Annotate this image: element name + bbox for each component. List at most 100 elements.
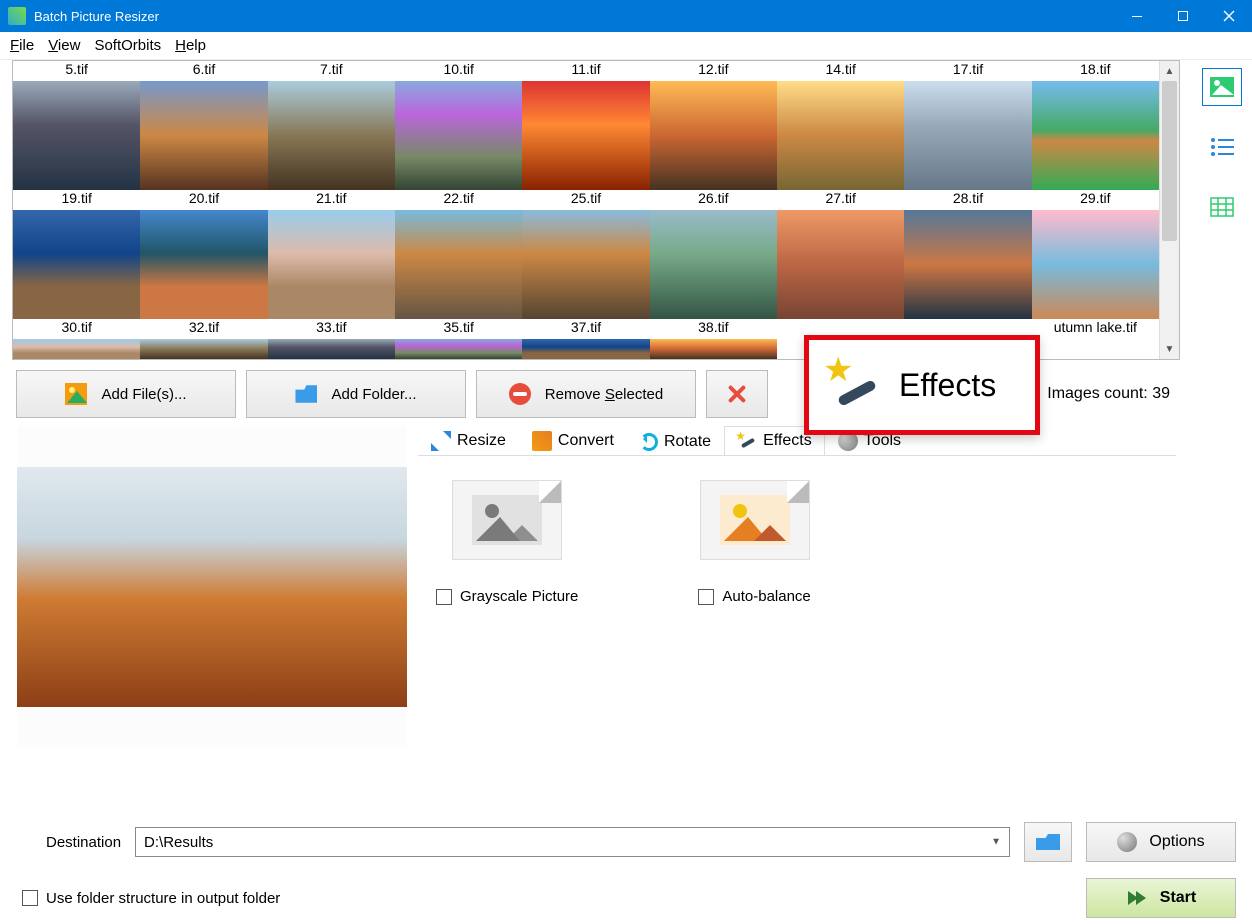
x-icon — [726, 383, 748, 405]
thumb-label: 27.tif — [823, 190, 857, 210]
folder-icon — [295, 383, 317, 405]
thumbnail[interactable] — [522, 339, 649, 359]
thumbnail[interactable] — [904, 81, 1031, 190]
menu-help[interactable]: Help — [175, 37, 206, 54]
thumbnail[interactable] — [777, 81, 904, 190]
use-folder-structure-checkbox[interactable]: Use folder structure in output folder — [16, 890, 280, 907]
thumbnail[interactable] — [777, 210, 904, 319]
scroll-thumb[interactable] — [1162, 81, 1177, 241]
thumbnail[interactable] — [522, 210, 649, 319]
thumb-label: 28.tif — [951, 190, 985, 210]
destination-combobox[interactable]: D:\Results ▼ — [135, 827, 1010, 857]
add-files-label: Add File(s)... — [101, 386, 186, 403]
thumb-label: 29.tif — [1078, 190, 1112, 210]
gallery-scrollbar[interactable]: ▲ ▼ — [1159, 61, 1179, 359]
chevron-down-icon: ▼ — [991, 837, 1001, 848]
thumb-label: 5.tif — [63, 61, 90, 81]
thumbnail[interactable] — [904, 210, 1031, 319]
menu-file[interactable]: File — [10, 37, 34, 54]
thumb-label: utumn lake.tif — [1052, 319, 1139, 339]
menu-softorbits[interactable]: SoftOrbits — [94, 37, 161, 54]
thumbnail[interactable] — [268, 81, 395, 190]
thumbnail[interactable] — [522, 81, 649, 190]
thumbnail-gallery[interactable]: 5.tif 6.tif 7.tif 10.tif 11.tif 12.tif 1… — [12, 60, 1180, 360]
images-count-label: Images count: 39 — [1047, 385, 1176, 403]
view-list-button[interactable] — [1202, 128, 1242, 166]
effects-callout: Effects — [804, 335, 1040, 435]
tab-convert[interactable]: Convert — [519, 426, 627, 455]
thumbnail[interactable] — [395, 210, 522, 319]
thumbnail[interactable] — [650, 81, 777, 190]
grayscale-checkbox[interactable]: Grayscale Picture — [436, 588, 578, 605]
grayscale-preview-icon — [452, 480, 562, 560]
thumbnail[interactable] — [13, 339, 140, 359]
view-mode-rail — [1192, 60, 1252, 748]
thumb-label: 22.tif — [441, 190, 475, 210]
browse-destination-button[interactable] — [1024, 822, 1072, 862]
effects-callout-label: Effects — [899, 367, 996, 404]
thumb-label: 33.tif — [314, 319, 348, 339]
thumb-label: 19.tif — [59, 190, 93, 210]
thumb-label: 14.tif — [823, 61, 857, 81]
bottom-panel: Destination D:\Results ▼ Options Use fol… — [0, 812, 1252, 924]
autobalance-preview-icon — [700, 480, 810, 560]
thumbnail[interactable] — [13, 210, 140, 319]
tab-strip: Resize Convert Rotate Effects Tools — [418, 424, 1176, 456]
start-button[interactable]: Start — [1086, 878, 1236, 918]
close-button[interactable] — [1206, 0, 1252, 32]
preview-image — [17, 467, 407, 707]
wand-icon — [827, 358, 881, 412]
thumbnail[interactable] — [268, 210, 395, 319]
thumbnail[interactable] — [268, 339, 395, 359]
tab-rotate[interactable]: Rotate — [627, 428, 724, 455]
menu-bar: File View SoftOrbits Help — [0, 32, 1252, 60]
thumbnail[interactable] — [395, 339, 522, 359]
add-files-button[interactable]: Add File(s)... — [16, 370, 236, 418]
thumb-label: 26.tif — [696, 190, 730, 210]
thumb-label: 11.tif — [569, 61, 602, 81]
destination-value: D:\Results — [144, 834, 213, 851]
scroll-up-icon[interactable]: ▲ — [1160, 61, 1179, 81]
menu-view[interactable]: View — [48, 37, 80, 54]
resize-icon — [431, 431, 451, 451]
window-title: Batch Picture Resizer — [34, 9, 159, 24]
thumb-label: 10.tif — [441, 61, 475, 81]
thumbnail[interactable] — [650, 210, 777, 319]
thumbnail[interactable] — [140, 81, 267, 190]
checkbox-icon — [698, 589, 714, 605]
view-thumbnails-button[interactable] — [1202, 68, 1242, 106]
checkbox-icon — [22, 890, 38, 906]
wand-icon — [737, 431, 757, 451]
clear-all-button[interactable] — [706, 370, 768, 418]
thumbnail[interactable] — [140, 339, 267, 359]
thumbnail[interactable] — [1032, 210, 1159, 319]
add-folder-button[interactable]: Add Folder... — [246, 370, 466, 418]
app-icon — [8, 7, 26, 25]
view-grid-button[interactable] — [1202, 188, 1242, 226]
checkbox-icon — [436, 589, 452, 605]
scroll-down-icon[interactable]: ▼ — [1160, 339, 1179, 359]
thumbnail[interactable] — [650, 339, 777, 359]
options-button[interactable]: Options — [1086, 822, 1236, 862]
rotate-icon — [640, 433, 658, 451]
thumbnail[interactable] — [1032, 81, 1159, 190]
window-titlebar: Batch Picture Resizer — [0, 0, 1252, 32]
thumbnail[interactable] — [395, 81, 522, 190]
thumb-label: 25.tif — [569, 190, 603, 210]
thumb-label: 30.tif — [59, 319, 93, 339]
thumbnail[interactable] — [13, 81, 140, 190]
destination-label: Destination — [16, 834, 121, 851]
remove-selected-button[interactable]: Remove Selected — [476, 370, 696, 418]
autobalance-checkbox[interactable]: Auto-balance — [698, 588, 810, 605]
tab-resize[interactable]: Resize — [418, 426, 519, 455]
effects-panel: Grayscale Picture Auto-balance — [418, 456, 1176, 748]
thumb-label: 21.tif — [314, 190, 348, 210]
folder-icon — [1036, 832, 1060, 852]
thumb-label: 35.tif — [441, 319, 475, 339]
maximize-button[interactable] — [1160, 0, 1206, 32]
minimize-button[interactable] — [1114, 0, 1160, 32]
thumb-label: 37.tif — [569, 319, 603, 339]
thumb-label: 12.tif — [696, 61, 730, 81]
thumbnail[interactable] — [140, 210, 267, 319]
remove-selected-label: Remove Selected — [545, 386, 663, 403]
